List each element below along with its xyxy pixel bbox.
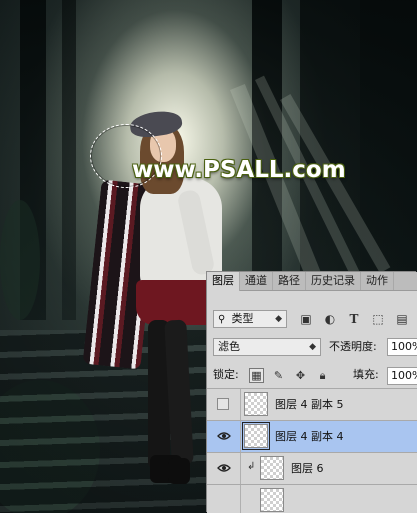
filter-row: ⚲ 类型 ◆ ▣ ◐ T ⬚ ▤ bbox=[207, 308, 417, 330]
lock-row: 锁定: ▦ ✎ ✥ 🔒︎ 填充: 100% bbox=[207, 366, 417, 386]
layer-name[interactable]: 图层 4 副本 4 bbox=[275, 421, 344, 452]
lock-all-icon[interactable]: 🔒︎ bbox=[315, 368, 330, 383]
layer-name[interactable]: 图层 6 bbox=[291, 453, 324, 484]
divider bbox=[240, 485, 241, 513]
visibility-toggle-off[interactable] bbox=[217, 398, 229, 410]
pixel-layer-filter-icon[interactable]: ▣ bbox=[299, 312, 313, 326]
blend-row: 滤色 ◆ 不透明度: 100% bbox=[207, 336, 417, 358]
search-icon: ⚲ bbox=[218, 314, 226, 325]
tab-paths[interactable]: 路径 bbox=[273, 272, 306, 290]
layer-row[interactable] bbox=[207, 484, 417, 513]
chevron-down-icon: ◆ bbox=[309, 342, 316, 352]
divider bbox=[240, 453, 241, 485]
lock-image-pixels-icon[interactable]: ✎ bbox=[271, 368, 286, 383]
divider bbox=[240, 389, 241, 421]
tab-history[interactable]: 历史记录 bbox=[306, 272, 361, 290]
opacity-label: 不透明度: bbox=[329, 340, 377, 353]
clipping-mask-arrow-icon: ↲ bbox=[247, 461, 256, 472]
chevron-down-icon: ◆ bbox=[275, 314, 282, 324]
shape-layer-filter-icon[interactable]: ⬚ bbox=[371, 312, 385, 326]
tree-trunk bbox=[62, 0, 76, 320]
tab-actions[interactable]: 动作 bbox=[361, 272, 394, 290]
layer-row-selected[interactable]: 图层 4 副本 4 bbox=[207, 420, 417, 453]
foliage bbox=[0, 200, 40, 320]
blend-mode-value: 滤色 bbox=[218, 340, 240, 353]
layer-row[interactable]: ↲ 图层 6 bbox=[207, 452, 417, 485]
opacity-input[interactable]: 100% bbox=[387, 338, 417, 356]
type-layer-filter-icon[interactable]: T bbox=[347, 312, 361, 326]
lock-transparent-pixels-icon[interactable]: ▦ bbox=[249, 368, 264, 383]
fill-input[interactable]: 100% bbox=[387, 367, 417, 385]
panel-tabs: 图层 通道 路径 历史记录 动作 bbox=[207, 272, 417, 291]
smart-object-filter-icon[interactable]: ▤ bbox=[395, 312, 409, 326]
layer-filter-select[interactable]: ⚲ 类型 ◆ bbox=[213, 310, 287, 328]
filter-label: 类型 bbox=[231, 312, 254, 325]
layer-name[interactable]: 图层 4 副本 5 bbox=[275, 389, 344, 420]
tab-layers[interactable]: 图层 bbox=[207, 272, 240, 291]
lock-label: 锁定: bbox=[213, 368, 239, 381]
eye-icon[interactable] bbox=[217, 462, 231, 474]
boot bbox=[168, 458, 190, 484]
divider bbox=[240, 421, 241, 453]
layer-thumbnail[interactable] bbox=[242, 422, 270, 450]
blend-mode-select[interactable]: 滤色 ◆ bbox=[213, 338, 321, 356]
watermark-text: www.PSALL.com bbox=[132, 157, 346, 183]
adjustment-layer-filter-icon[interactable]: ◐ bbox=[323, 312, 337, 326]
eye-icon[interactable] bbox=[217, 430, 231, 442]
tab-channels[interactable]: 通道 bbox=[240, 272, 273, 290]
layer-thumbnail[interactable] bbox=[260, 488, 284, 512]
lock-position-icon[interactable]: ✥ bbox=[293, 368, 308, 383]
layer-thumbnail[interactable] bbox=[260, 456, 284, 480]
layers-panel: 图层 通道 路径 历史记录 动作 ⚲ 类型 ◆ ▣ ◐ T ⬚ ▤ 滤色 ◆ 不… bbox=[207, 272, 417, 513]
layer-row[interactable]: 图层 4 副本 5 bbox=[207, 388, 417, 421]
layer-thumbnail[interactable] bbox=[244, 392, 268, 416]
fill-label: 填充: bbox=[353, 368, 379, 381]
